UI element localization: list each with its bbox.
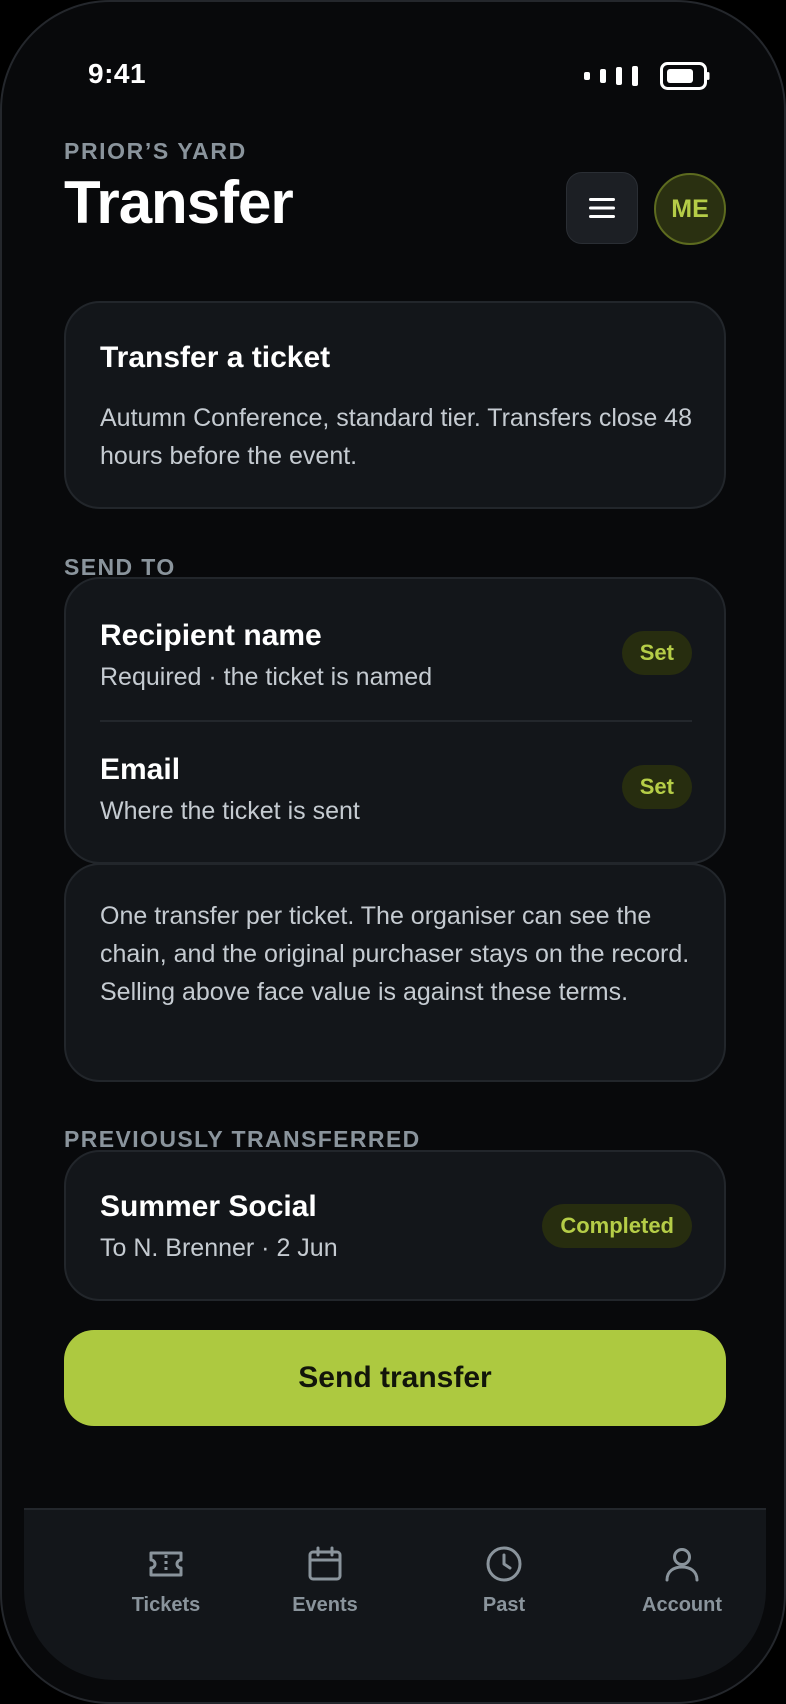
send-to-card: Recipient name Required · the ticket is …	[64, 577, 726, 864]
previous-transfer-title: Summer Social	[100, 1190, 317, 1223]
battery-icon	[660, 62, 710, 90]
signal-icon	[584, 66, 638, 86]
status-badge: Completed	[542, 1204, 692, 1248]
tab-bar: Tickets Events Past Account	[24, 1508, 766, 1680]
transfer-info-title: Transfer a ticket	[100, 341, 331, 374]
person-icon	[665, 1548, 699, 1582]
avatar-initials: ME	[671, 194, 709, 223]
email-title: Email	[100, 753, 181, 786]
list-item[interactable]: Summer Social To N. Brenner · 2 Jun Comp…	[100, 1190, 692, 1290]
transfer-info-text: Autumn Conference, standard tier. Transf…	[100, 404, 692, 470]
avatar[interactable]: ME	[654, 173, 726, 245]
email-subtitle: Where the ticket is sent	[100, 797, 360, 825]
email-row[interactable]: Email Where the ticket is sent Set	[100, 753, 692, 853]
status-bar: 9:41	[2, 2, 784, 142]
set-email-button[interactable]: Set	[621, 765, 692, 809]
tab-tickets[interactable]: Tickets	[86, 1544, 246, 1634]
tab-account[interactable]: Account	[602, 1544, 762, 1634]
transfer-info-card: Transfer a ticket Autumn Conference, sta…	[64, 301, 726, 509]
venue-eyebrow: PRIOR’S YARD	[64, 138, 247, 164]
tab-past[interactable]: Past	[424, 1544, 584, 1634]
terms-text: One transfer per ticket. The organiser c…	[100, 902, 690, 1006]
row-divider	[100, 720, 692, 722]
previous-transfer-card: Summer Social To N. Brenner · 2 Jun Comp…	[64, 1150, 726, 1301]
hamburger-icon	[589, 198, 615, 218]
terms-card: One transfer per ticket. The organiser c…	[64, 863, 726, 1082]
ticket-icon	[149, 1551, 183, 1577]
calendar-icon	[308, 1546, 342, 1581]
clock-icon	[486, 1546, 522, 1582]
recipient-name-title: Recipient name	[100, 619, 322, 652]
previous-transfer-subtitle: To N. Brenner · 2 Jun	[100, 1234, 338, 1262]
tab-account-label: Account	[642, 1594, 722, 1616]
set-recipient-name-button[interactable]: Set	[621, 631, 692, 675]
recipient-name-subtitle: Required · the ticket is named	[100, 663, 433, 691]
tab-tickets-label: Tickets	[131, 1594, 201, 1616]
phone-screen: 9:41 PRIOR’S YARD Transfer ME Transfer a…	[0, 0, 786, 1704]
menu-button[interactable]	[566, 172, 638, 244]
previously-transferred-label: PREVIOUSLY TRANSFERRED	[64, 1126, 421, 1152]
recipient-name-row[interactable]: Recipient name Required · the ticket is …	[100, 619, 692, 719]
tab-events-label: Events	[292, 1594, 358, 1616]
send-transfer-button[interactable]: Send transfer	[64, 1330, 726, 1426]
tab-events[interactable]: Events	[245, 1544, 405, 1634]
status-time: 9:41	[88, 58, 147, 89]
tab-past-label: Past	[482, 1594, 526, 1616]
